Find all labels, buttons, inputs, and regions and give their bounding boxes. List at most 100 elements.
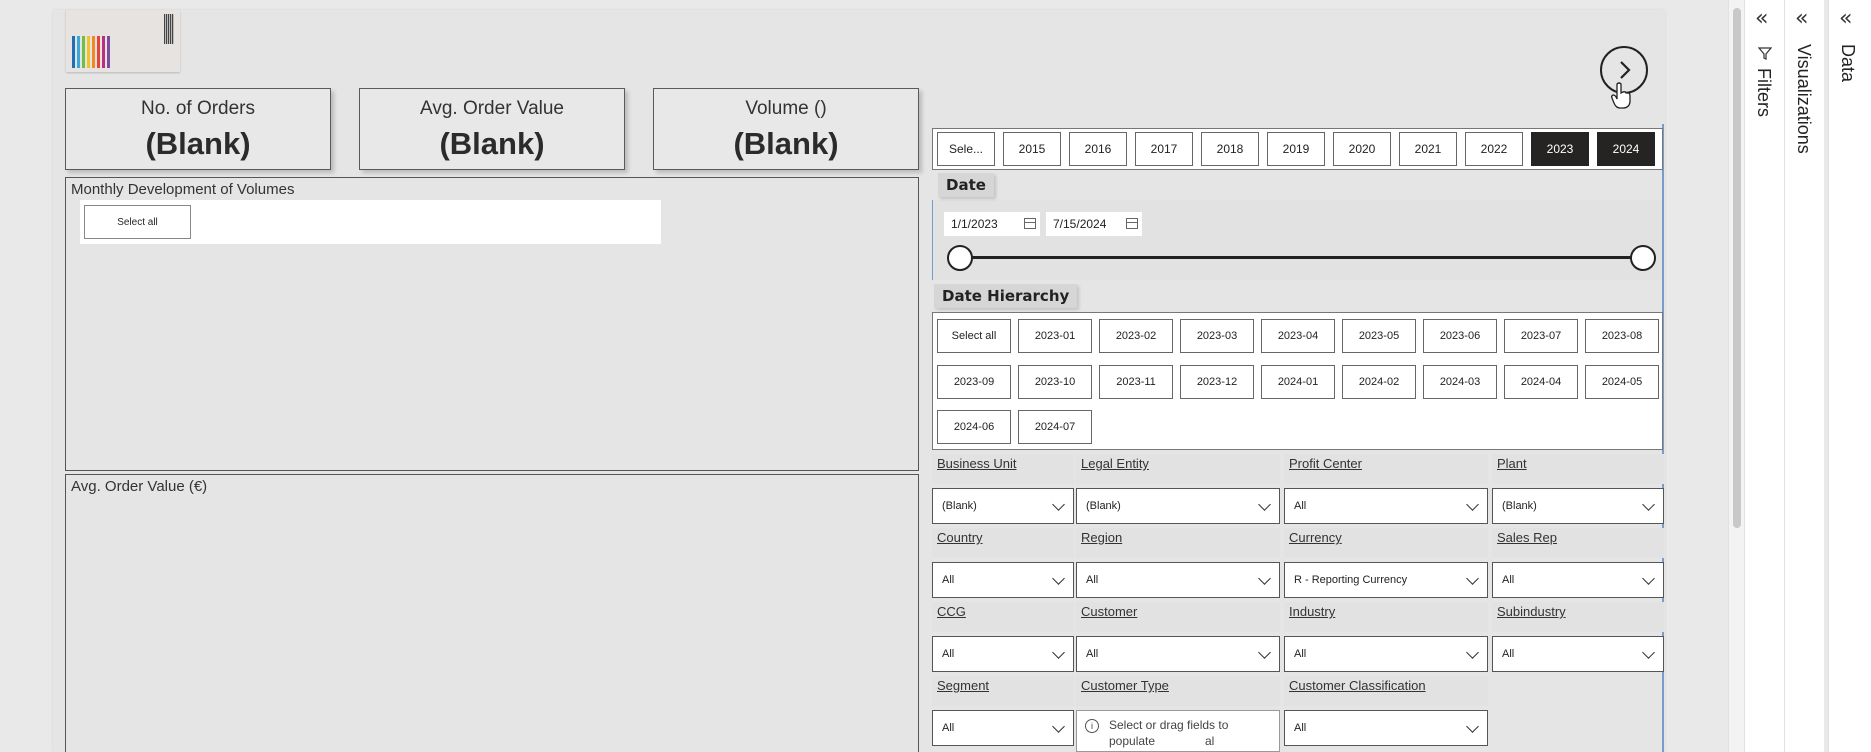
data-pane-collapsed[interactable]: « Data	[1828, 0, 1871, 752]
canvas-scrollbar[interactable]	[1728, 0, 1744, 752]
filter-label-currency: Currency	[1284, 528, 1488, 558]
filter-dropdown-customer[interactable]: All	[1076, 636, 1280, 672]
chevron-down-icon	[1466, 572, 1479, 585]
year-button-2020[interactable]: 2020	[1333, 132, 1391, 166]
date-hierarchy-item-2023-09[interactable]: 2023-09	[937, 365, 1011, 399]
dropdown-value: All	[1294, 648, 1307, 660]
filter-dropdown-currency[interactable]: R - Reporting Currency	[1284, 562, 1488, 598]
filters-pane-collapsed[interactable]: « Filters	[1744, 0, 1784, 752]
filters-pane-label[interactable]: Filters	[1753, 68, 1774, 117]
funnel-icon	[1758, 47, 1772, 60]
kpi-value: (Blank)	[733, 126, 839, 161]
date-hierarchy-item-2023-11[interactable]: 2023-11	[1099, 365, 1173, 399]
filter-label-legal-entity: Legal Entity	[1076, 454, 1280, 484]
date-hierarchy-item-2024-06[interactable]: 2024-06	[937, 410, 1011, 444]
filter-label-sales-rep: Sales Rep	[1492, 528, 1664, 558]
chevron-down-icon	[1052, 498, 1065, 511]
calendar-icon[interactable]	[1024, 218, 1036, 229]
date-hierarchy-item-2023-12[interactable]: 2023-12	[1180, 365, 1254, 399]
date-hierarchy-item-2024-01[interactable]: 2024-01	[1261, 365, 1335, 399]
date-hierarchy-item-2024-07[interactable]: 2024-07	[1018, 410, 1092, 444]
filter-dropdown-sales-rep[interactable]: All	[1492, 562, 1664, 598]
filter-dropdown-region[interactable]: All	[1076, 562, 1280, 598]
date-hierarchy-item-2023-03[interactable]: 2023-03	[1180, 319, 1254, 353]
chevron-down-icon	[1466, 720, 1479, 733]
year-button-2022[interactable]: 2022	[1465, 132, 1523, 166]
filter-dropdown-industry[interactable]: All	[1284, 636, 1488, 672]
date-hierarchy-item-2023-10[interactable]: 2023-10	[1018, 365, 1092, 399]
filter-label-profit-center: Profit Center	[1284, 454, 1488, 484]
date-hierarchy-item-2024-04[interactable]: 2024-04	[1504, 365, 1578, 399]
data-pane-label[interactable]: Data	[1837, 44, 1858, 82]
visualizations-pane-label[interactable]: Visualizations	[1793, 44, 1814, 154]
filter-dropdown-subindustry[interactable]: All	[1492, 636, 1664, 672]
year-button-2023[interactable]: 2023	[1531, 132, 1589, 166]
filter-dropdown-legal-entity[interactable]: (Blank)	[1076, 488, 1280, 524]
filter-dropdown-customer-classification[interactable]: All	[1284, 710, 1488, 746]
year-button-2024[interactable]: 2024	[1597, 132, 1655, 166]
filter-dropdown-country[interactable]: All	[932, 562, 1074, 598]
visual-title: Monthly Development of Volumes	[71, 181, 295, 198]
filter-dropdown-profit-center[interactable]: All	[1284, 488, 1488, 524]
date-hierarchy-select-all[interactable]: Select all	[937, 319, 1011, 353]
chevron-down-icon	[1258, 572, 1271, 585]
year-button-2021[interactable]: 2021	[1399, 132, 1457, 166]
kpi-card-volume: Volume () (Blank)	[653, 88, 919, 170]
date-hierarchy-item-2023-04[interactable]: 2023-04	[1261, 319, 1335, 353]
date-range-start-handle[interactable]	[947, 245, 973, 271]
date-end-value: 7/15/2024	[1053, 217, 1107, 231]
double-chevron-left-icon[interactable]: «	[1839, 8, 1852, 30]
filter-dropdown-segment[interactable]: All	[932, 710, 1074, 746]
date-hierarchy-item-2024-05[interactable]: 2024-05	[1585, 365, 1659, 399]
hand-cursor-icon	[1611, 82, 1631, 109]
avg-order-value-visual[interactable]: Avg. Order Value (€)	[65, 474, 919, 752]
filter-label-customer: Customer	[1076, 602, 1280, 632]
year-button-2017[interactable]: 2017	[1135, 132, 1193, 166]
filter-dropdown-ccg[interactable]: All	[932, 636, 1074, 672]
date-end-input[interactable]: 7/15/2024	[1046, 212, 1142, 236]
double-chevron-left-icon[interactable]: «	[1795, 8, 1808, 30]
dropdown-value: All	[1086, 574, 1099, 586]
dropdown-value: (Blank)	[942, 500, 977, 512]
filter-dropdown-plant[interactable]: (Blank)	[1492, 488, 1664, 524]
date-hierarchy-item-2023-01[interactable]: 2023-01	[1018, 319, 1092, 353]
double-chevron-left-icon[interactable]: «	[1755, 8, 1768, 30]
dropdown-value: All	[942, 574, 955, 586]
date-range-track[interactable]	[958, 256, 1642, 259]
dropdown-value: All	[942, 648, 955, 660]
date-hierarchy-item-2023-05[interactable]: 2023-05	[1342, 319, 1416, 353]
year-button-2015[interactable]: 2015	[1003, 132, 1061, 166]
filter-label-business-unit: Business Unit	[932, 454, 1074, 484]
date-hierarchy-item-2023-07[interactable]: 2023-07	[1504, 319, 1578, 353]
filter-label-region: Region	[1076, 528, 1280, 558]
date-hierarchy-item-2023-08[interactable]: 2023-08	[1585, 319, 1659, 353]
kpi-title: Avg. Order Value	[420, 98, 564, 119]
year-button-2019[interactable]: 2019	[1267, 132, 1325, 166]
dropdown-value: All	[1086, 648, 1099, 660]
date-range-end-handle[interactable]	[1630, 245, 1656, 271]
calendar-icon[interactable]	[1126, 218, 1138, 229]
year-button-2018[interactable]: 2018	[1201, 132, 1259, 166]
date-start-value: 1/1/2023	[951, 217, 998, 231]
chevron-down-icon	[1258, 646, 1271, 659]
customer-type-placeholder: i Select or drag fields to populate al	[1076, 710, 1280, 752]
select-all-button[interactable]: Select all	[84, 205, 191, 239]
kpi-card-orders: No. of Orders (Blank)	[65, 88, 331, 170]
date-hierarchy-item-2024-02[interactable]: 2024-02	[1342, 365, 1416, 399]
visualizations-pane-collapsed[interactable]: « Visualizations	[1784, 0, 1824, 752]
logo-mark	[164, 14, 174, 44]
kpi-title: No. of Orders	[140, 98, 256, 119]
filter-dropdown-business-unit[interactable]: (Blank)	[932, 488, 1074, 524]
date-hierarchy-item-2023-06[interactable]: 2023-06	[1423, 319, 1497, 353]
placeholder-fragment: al	[1205, 734, 1215, 748]
chevron-down-icon	[1642, 646, 1655, 659]
scrollbar-thumb[interactable]	[1733, 8, 1741, 528]
date-hierarchy-item-2023-02[interactable]: 2023-02	[1099, 319, 1173, 353]
date-hierarchy-item-2024-03[interactable]: 2024-03	[1423, 365, 1497, 399]
chevron-down-icon	[1052, 720, 1065, 733]
year-select-all-button[interactable]: Sele...	[937, 132, 995, 166]
filter-label-plant: Plant	[1492, 454, 1664, 484]
year-button-2016[interactable]: 2016	[1069, 132, 1127, 166]
date-start-input[interactable]: 1/1/2023	[944, 212, 1040, 236]
visual-title: Avg. Order Value (€)	[71, 478, 208, 495]
